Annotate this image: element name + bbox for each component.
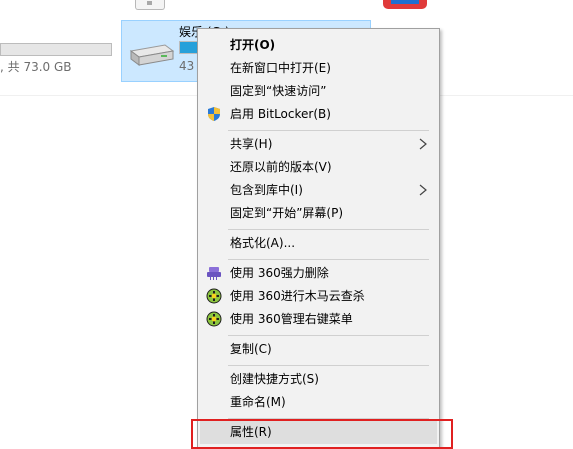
menu-item-bitlocker[interactable]: 启用 BitLocker(B) — [200, 103, 437, 126]
menu-item-create-shortcut[interactable]: 创建快捷方式(S) — [200, 368, 437, 391]
menu-item-label: 还原以前的版本(V) — [230, 160, 332, 174]
menu-item-label: 在新窗口中打开(E) — [230, 61, 331, 75]
menu-item-label: 使用 360强力删除 — [230, 266, 329, 280]
menu-item-label: 打开(O) — [230, 38, 276, 52]
menu-separator — [228, 259, 429, 260]
drive-free-space-text: , 共 73.0 GB — [0, 60, 72, 74]
menu-item-360-scan[interactable]: 使用 360进行木马云查杀 — [200, 285, 437, 308]
menu-item-label: 固定到“快速访问” — [230, 84, 327, 98]
menu-separator — [228, 365, 429, 366]
menu-item-copy[interactable]: 复制(C) — [200, 338, 437, 361]
360-scan-icon — [206, 288, 222, 304]
menu-item-label: 共享(H) — [230, 137, 273, 151]
drive-capacity-bar — [0, 43, 112, 56]
360-shred-icon — [207, 267, 221, 280]
menu-item-rename[interactable]: 重命名(M) — [200, 391, 437, 414]
menu-item-label: 固定到“开始”屏幕(P) — [230, 206, 344, 220]
menu-separator — [228, 130, 429, 131]
menu-item-label: 创建快捷方式(S) — [230, 372, 319, 386]
menu-item-label: 启用 BitLocker(B) — [230, 107, 331, 121]
chevron-right-icon — [419, 138, 427, 150]
menu-item-pin-quick-access[interactable]: 固定到“快速访问” — [200, 80, 437, 103]
menu-item-include-library[interactable]: 包含到库中(I) — [200, 179, 437, 202]
menu-separator — [228, 229, 429, 230]
menu-item-label: 使用 360管理右键菜单 — [230, 312, 353, 326]
app-icon-top[interactable] — [383, 0, 427, 9]
menu-item-label: 重命名(M) — [230, 395, 286, 409]
drive-icon-top[interactable] — [135, 0, 165, 10]
shield-icon — [208, 107, 220, 121]
menu-item-format[interactable]: 格式化(A)... — [200, 232, 437, 255]
menu-item-360-menu[interactable]: 使用 360管理右键菜单 — [200, 308, 437, 331]
menu-item-label: 复制(C) — [230, 342, 272, 356]
drive-size-text: 43 — [179, 59, 195, 73]
hard-drive-icon — [129, 44, 175, 66]
menu-item-open[interactable]: 打开(O) — [200, 34, 437, 57]
context-menu: 打开(O) 在新窗口中打开(E) 固定到“快速访问” 启用 BitLocker(… — [197, 28, 440, 448]
menu-item-pin-start[interactable]: 固定到“开始”屏幕(P) — [200, 202, 437, 225]
menu-item-restore-versions[interactable]: 还原以前的版本(V) — [200, 156, 437, 179]
menu-item-share[interactable]: 共享(H) — [200, 133, 437, 156]
menu-item-label: 格式化(A)... — [230, 236, 296, 250]
menu-item-label: 包含到库中(I) — [230, 183, 303, 197]
chevron-right-icon — [419, 184, 427, 196]
menu-item-open-new-window[interactable]: 在新窗口中打开(E) — [200, 57, 437, 80]
menu-separator — [228, 335, 429, 336]
menu-item-label: 使用 360进行木马云查杀 — [230, 289, 365, 303]
menu-item-360-shred[interactable]: 使用 360强力删除 — [200, 262, 437, 285]
360-menu-icon — [206, 311, 222, 327]
